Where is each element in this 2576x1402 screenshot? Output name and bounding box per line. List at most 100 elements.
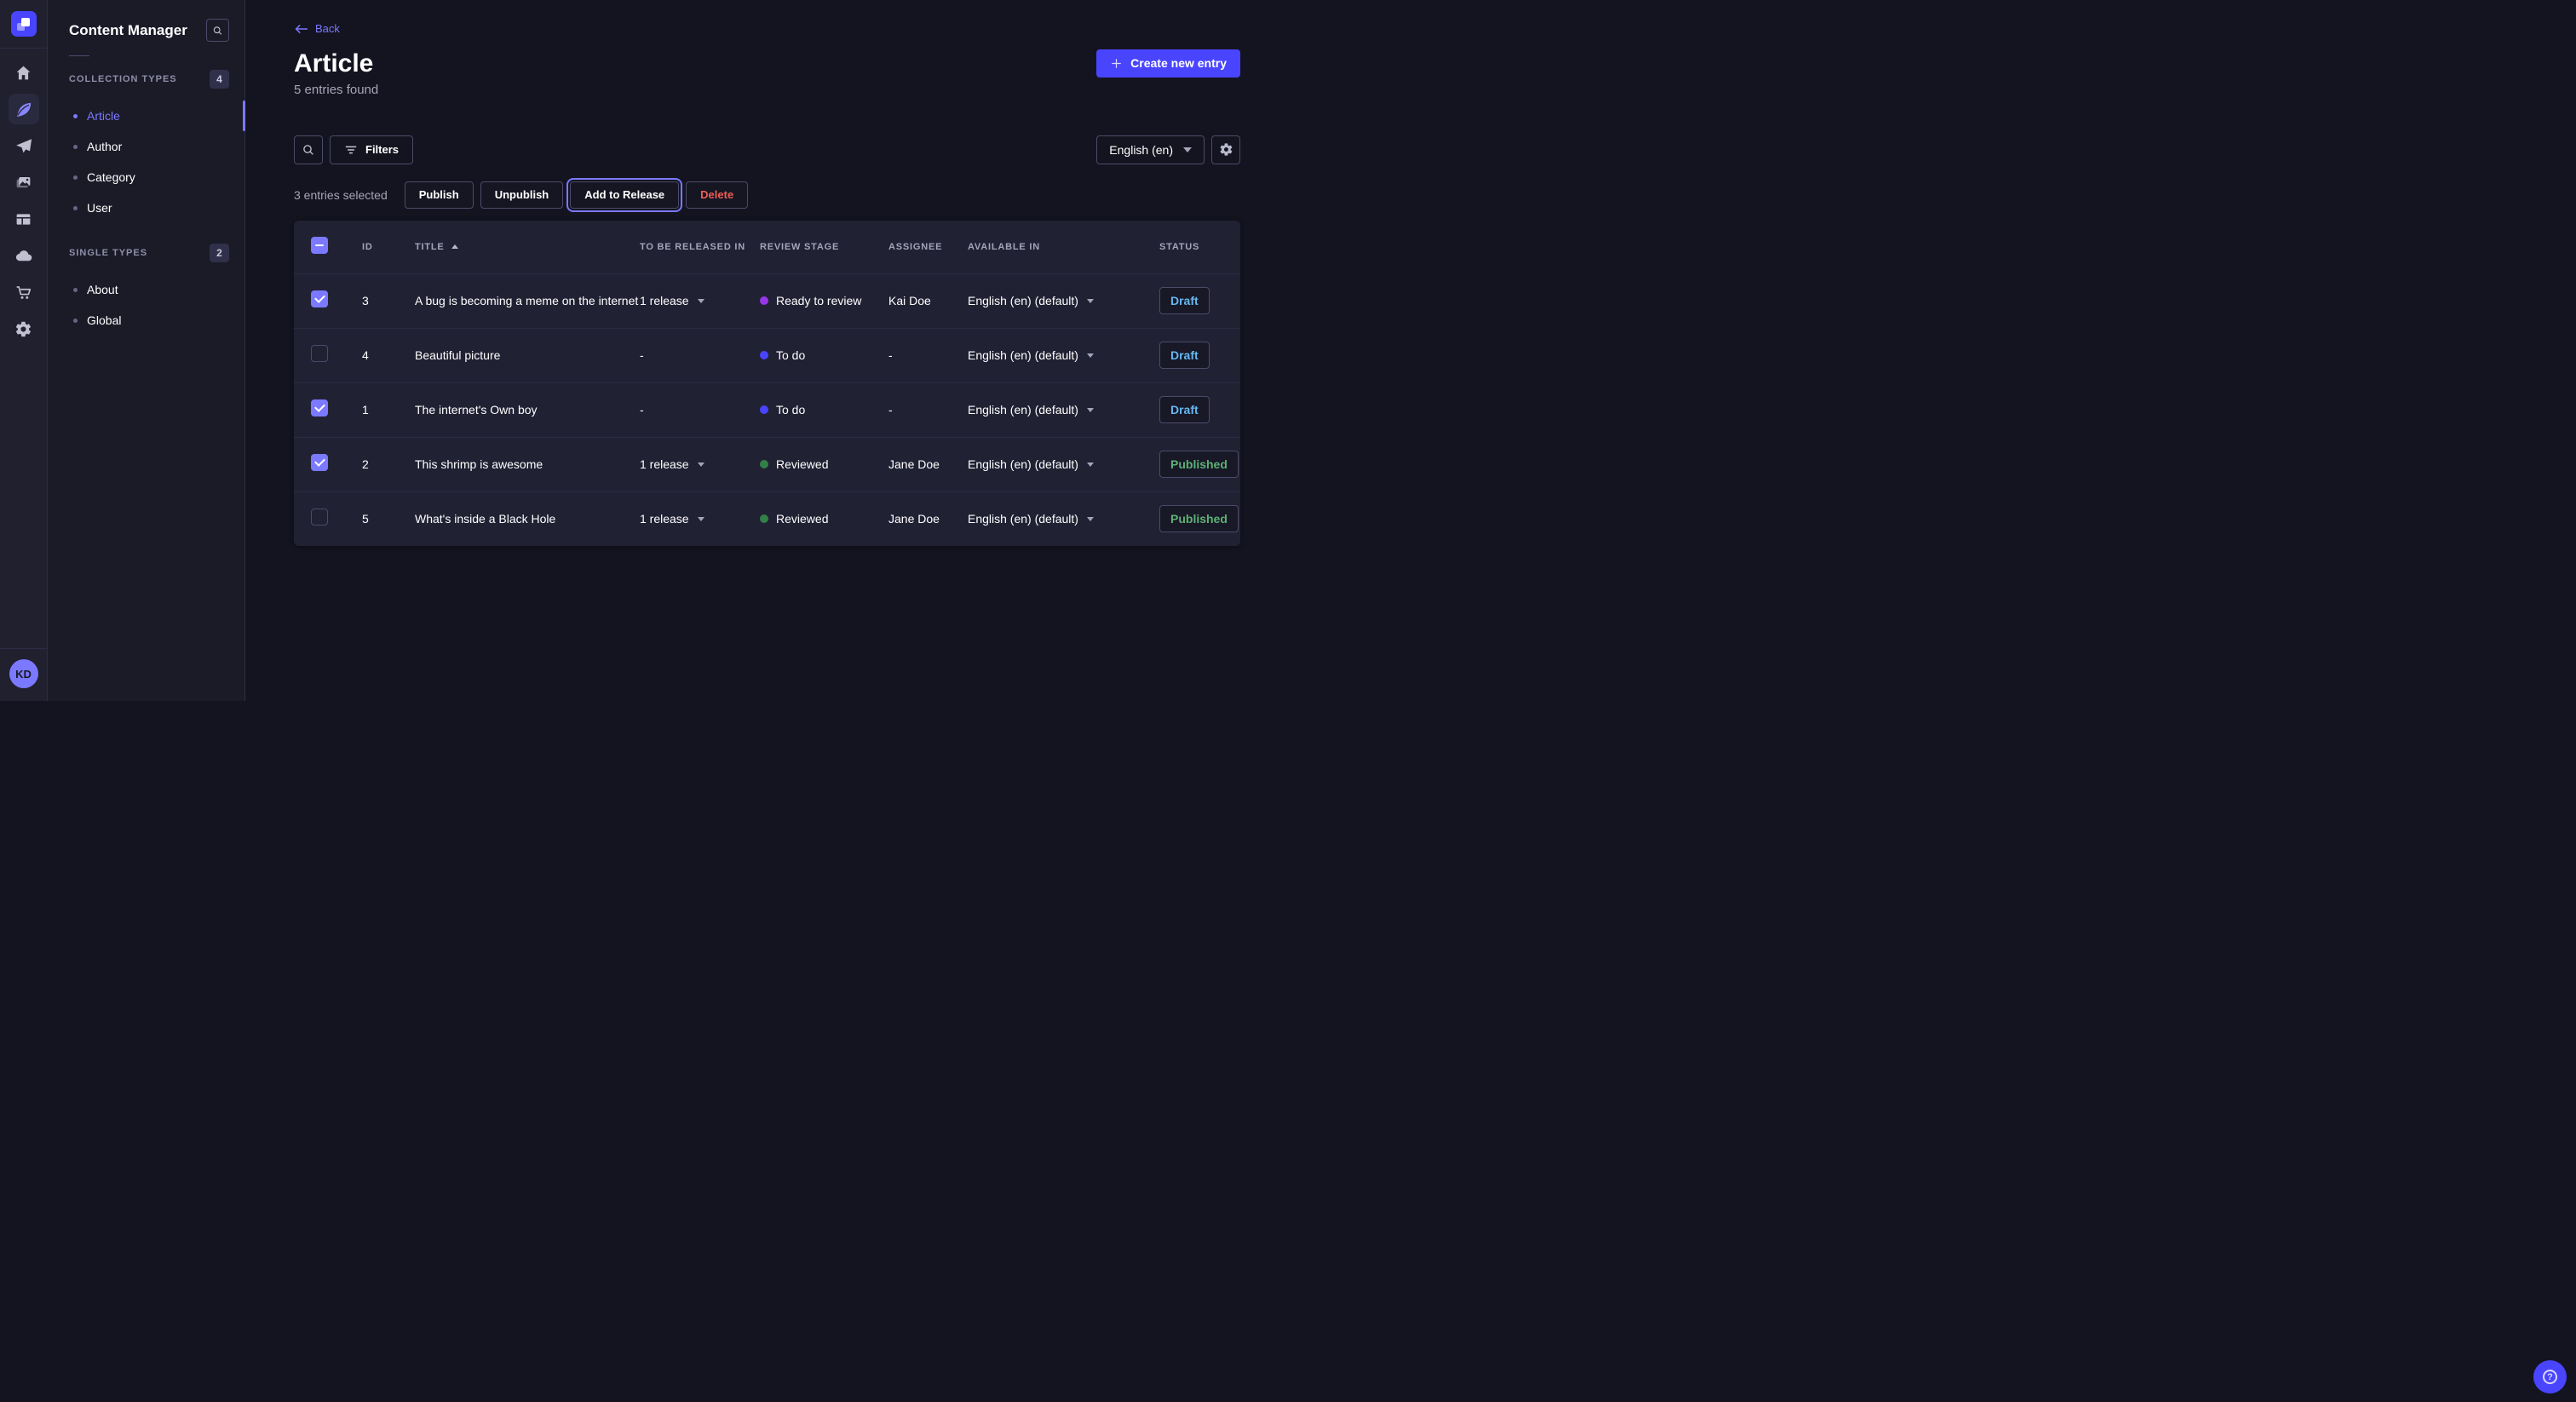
review-stage-dot xyxy=(760,405,768,414)
cell-status: Published xyxy=(1159,451,1240,478)
main-content: Back Article Create new entry 5 entries … xyxy=(245,0,1288,701)
chevron-down-icon xyxy=(1087,517,1094,521)
table-row[interactable]: 3 A bug is becoming a meme on the intern… xyxy=(294,273,1240,328)
entries-count-subtitle: 5 entries found xyxy=(294,83,1240,97)
select-all-checkbox[interactable] xyxy=(311,237,328,254)
sidebar-item[interactable]: Global xyxy=(48,305,244,336)
cell-status: Draft xyxy=(1159,342,1240,369)
locale-select[interactable]: English (en) xyxy=(1096,135,1205,164)
table-row[interactable]: 4 Beautiful picture - To do - English (e… xyxy=(294,328,1240,382)
status-badge: Draft xyxy=(1159,342,1210,369)
single-types-label: SINGLE TYPES xyxy=(69,248,147,258)
sort-ascending-icon xyxy=(451,244,458,249)
review-stage-dot xyxy=(760,460,768,468)
sidebar-item[interactable]: Author xyxy=(48,131,244,162)
cell-to-be-released-in[interactable]: 1 release xyxy=(640,294,760,307)
cell-status: Draft xyxy=(1159,396,1240,423)
help-button[interactable]: ? xyxy=(2533,1360,2567,1393)
gear-icon xyxy=(1219,142,1233,157)
back-arrow-icon xyxy=(294,23,308,35)
strapi-logo[interactable] xyxy=(11,11,37,37)
row-checkbox[interactable] xyxy=(311,345,328,362)
status-badge: Draft xyxy=(1159,396,1210,423)
cell-available-in[interactable]: English (en) (default) xyxy=(968,403,1159,417)
row-checkbox[interactable] xyxy=(311,290,328,307)
sidebar-item-label: Author xyxy=(87,140,122,153)
settings-gear-icon[interactable] xyxy=(9,313,39,344)
subnav-search-button[interactable] xyxy=(206,19,229,42)
column-header-released[interactable]: TO BE RELEASED IN xyxy=(640,242,760,252)
cell-to-be-released-in[interactable]: 1 release xyxy=(640,457,760,471)
table-row[interactable]: 2 This shrimp is awesome 1 release Revie… xyxy=(294,437,1240,491)
column-header-assignee[interactable]: ASSIGNEE xyxy=(888,242,968,252)
table-row[interactable]: 5 What's inside a Black Hole 1 release R… xyxy=(294,491,1240,546)
rail-footer: KD xyxy=(0,648,47,701)
add-to-release-button[interactable]: Add to Release xyxy=(570,181,679,209)
cell-review-stage: To do xyxy=(760,348,888,362)
sidebar-item-label: Article xyxy=(87,109,120,123)
layout-card-icon[interactable] xyxy=(9,204,39,234)
review-stage-dot xyxy=(760,296,768,305)
cloud-icon[interactable] xyxy=(9,240,39,271)
chevron-down-icon xyxy=(698,299,704,303)
list-settings-button[interactable] xyxy=(1211,135,1240,164)
user-avatar[interactable]: KD xyxy=(9,659,38,688)
cell-available-in[interactable]: English (en) (default) xyxy=(968,512,1159,526)
sidebar-item-label: Global xyxy=(87,313,121,327)
cell-available-in[interactable]: English (en) (default) xyxy=(968,294,1159,307)
cell-to-be-released-in[interactable]: 1 release xyxy=(640,512,760,526)
cell-id: 4 xyxy=(345,348,413,362)
column-header-status[interactable]: STATUS xyxy=(1159,242,1240,252)
status-badge: Published xyxy=(1159,505,1239,532)
delete-button[interactable]: Delete xyxy=(686,181,748,209)
cell-id: 5 xyxy=(345,512,413,526)
column-header-id[interactable]: ID xyxy=(345,242,413,252)
single-types-list: About Global xyxy=(48,274,244,336)
column-header-review-stage[interactable]: REVIEW STAGE xyxy=(760,242,888,252)
sidebar-item-label: User xyxy=(87,201,112,215)
sidebar-item[interactable]: User xyxy=(48,192,244,223)
cell-to-be-released-in[interactable]: - xyxy=(640,348,760,362)
column-header-title[interactable]: TITLE xyxy=(413,242,640,252)
chevron-down-icon xyxy=(1183,147,1192,152)
sidebar-item-label: Category xyxy=(87,170,135,184)
cart-icon[interactable] xyxy=(9,277,39,307)
rail-nav xyxy=(9,49,39,344)
sidebar-item[interactable]: About xyxy=(48,274,244,305)
entries-table: ID TITLE TO BE RELEASED IN REVIEW STAGE … xyxy=(294,221,1240,546)
table-row[interactable]: 1 The internet's Own boy - To do - Engli… xyxy=(294,382,1240,437)
question-mark-icon: ? xyxy=(2543,1370,2557,1384)
media-library-icon[interactable] xyxy=(9,167,39,198)
publish-button[interactable]: Publish xyxy=(405,181,474,209)
sidebar-item[interactable]: Category xyxy=(48,162,244,192)
search-button[interactable] xyxy=(294,135,323,164)
back-link[interactable]: Back xyxy=(294,22,340,35)
cell-title: A bug is becoming a meme on the internet xyxy=(413,294,640,307)
bullet-icon xyxy=(73,114,78,118)
column-header-available-in[interactable]: AVAILABLE IN xyxy=(968,242,1159,252)
row-checkbox[interactable] xyxy=(311,509,328,526)
cell-available-in[interactable]: English (en) (default) xyxy=(968,457,1159,471)
row-checkbox[interactable] xyxy=(311,454,328,471)
table-header-row: ID TITLE TO BE RELEASED IN REVIEW STAGE … xyxy=(294,221,1240,273)
status-badge: Published xyxy=(1159,451,1239,478)
row-checkbox[interactable] xyxy=(311,399,328,417)
filters-button[interactable]: Filters xyxy=(330,135,413,164)
collection-types-label: COLLECTION TYPES xyxy=(69,74,177,84)
content-manager-feather-icon[interactable] xyxy=(9,94,39,124)
send-plane-icon[interactable] xyxy=(9,130,39,161)
cell-id: 1 xyxy=(345,403,413,417)
sidebar-item[interactable]: Article xyxy=(48,101,244,131)
cell-title: This shrimp is awesome xyxy=(413,457,640,471)
plus-icon xyxy=(1110,57,1123,70)
cell-assignee: - xyxy=(888,348,968,362)
cell-to-be-released-in[interactable]: - xyxy=(640,403,760,417)
chevron-down-icon xyxy=(1087,408,1094,412)
chevron-down-icon xyxy=(698,463,704,467)
create-new-entry-button[interactable]: Create new entry xyxy=(1096,49,1240,78)
cell-available-in[interactable]: English (en) (default) xyxy=(968,348,1159,362)
cell-id: 2 xyxy=(345,457,413,471)
home-icon[interactable] xyxy=(9,57,39,88)
review-stage-dot xyxy=(760,351,768,359)
unpublish-button[interactable]: Unpublish xyxy=(480,181,564,209)
